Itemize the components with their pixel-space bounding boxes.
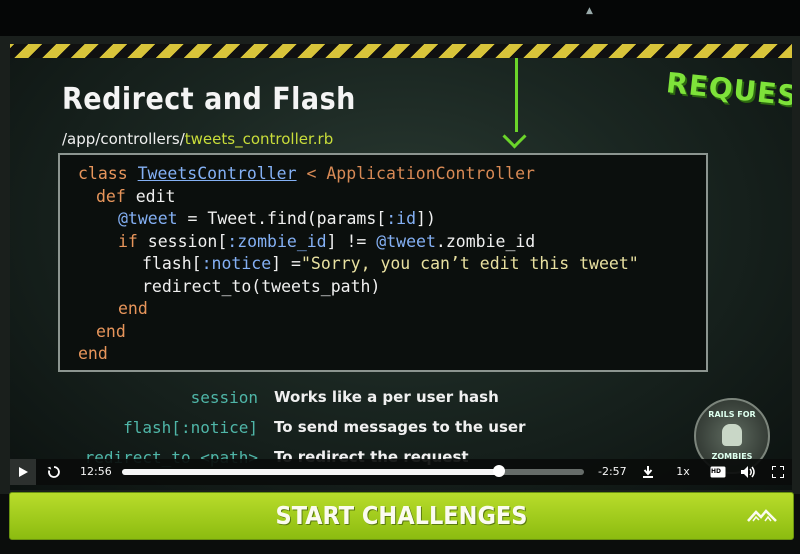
start-challenges-button[interactable]: START CHALLENGES bbox=[9, 492, 794, 540]
replay-icon bbox=[47, 466, 60, 478]
code-line: if session[:zombie_id] != @tweet.zombie_… bbox=[118, 231, 536, 251]
volume-button[interactable] bbox=[738, 459, 758, 485]
top-bar: ▲ bbox=[0, 0, 800, 36]
quality-button[interactable]: HD bbox=[708, 459, 728, 485]
definition-value: Works like a per user hash bbox=[274, 388, 499, 406]
request-badge: REQUEST bbox=[664, 66, 792, 115]
definition-key: session bbox=[190, 388, 258, 407]
download-button[interactable] bbox=[638, 459, 658, 485]
code-line: flash[:notice] ="Sorry, you can’t edit t… bbox=[142, 254, 639, 273]
progress-fill bbox=[122, 469, 500, 475]
mountains-icon bbox=[747, 509, 777, 522]
slide-title: Redirect and Flash bbox=[62, 82, 356, 117]
code-line: redirect_to(tweets_path) bbox=[142, 276, 381, 296]
play-button[interactable] bbox=[10, 459, 36, 485]
code-line: end bbox=[118, 299, 148, 318]
video-controls: 12:56 -2:57 1x HD bbox=[10, 459, 792, 485]
arrow-down-icon bbox=[502, 124, 527, 149]
code-block: class TweetsController < ApplicationCont… bbox=[58, 153, 708, 372]
hazard-stripe bbox=[10, 44, 792, 58]
current-time: 12:56 bbox=[80, 465, 112, 478]
video-slide[interactable]: Redirect and Flash /app/controllers/twee… bbox=[10, 44, 792, 490]
play-icon bbox=[19, 467, 28, 477]
fullscreen-icon bbox=[771, 465, 785, 479]
logo-top-text: RAILS FOR bbox=[708, 410, 756, 419]
code-line: end bbox=[78, 344, 108, 363]
code-line: @tweet = Tweet.find(params[:id]) bbox=[118, 209, 436, 228]
code-line: class TweetsController < ApplicationCont… bbox=[78, 164, 535, 183]
replay-button[interactable] bbox=[42, 459, 66, 485]
definition-value: To send messages to the user bbox=[274, 418, 526, 436]
definition-key: flash[:notice] bbox=[123, 418, 258, 437]
quality-badge: HD bbox=[711, 468, 722, 475]
fullscreen-button[interactable] bbox=[768, 459, 788, 485]
file-path-file: tweets_controller.rb bbox=[184, 130, 334, 148]
skull-icon bbox=[722, 424, 742, 446]
speed-button[interactable]: 1x bbox=[673, 459, 693, 485]
progress-bar[interactable] bbox=[122, 465, 584, 477]
file-path: /app/controllers/tweets_controller.rb bbox=[62, 130, 333, 148]
arrow-line bbox=[515, 58, 518, 132]
remaining-time: -2:57 bbox=[598, 465, 627, 478]
download-icon bbox=[643, 466, 653, 478]
cursor-icon: ▲ bbox=[586, 6, 593, 16]
code-line: end bbox=[96, 321, 126, 341]
progress-handle[interactable] bbox=[493, 465, 506, 477]
volume-icon bbox=[741, 466, 755, 478]
start-challenges-label: START CHALLENGES bbox=[275, 501, 528, 530]
file-path-dir: /app/controllers/ bbox=[62, 130, 185, 148]
code-line: def edit bbox=[96, 186, 176, 206]
